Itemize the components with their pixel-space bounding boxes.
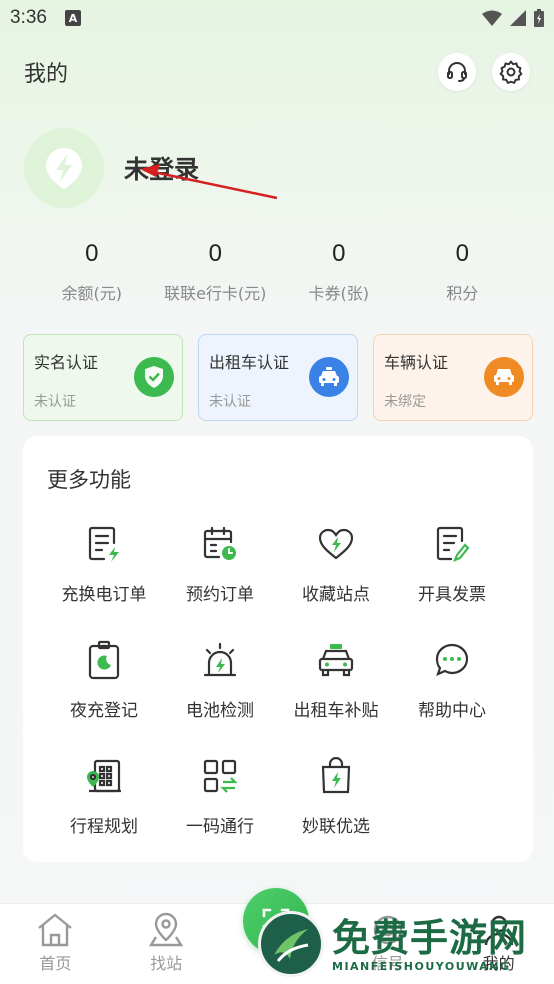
real-name-cert-card[interactable]: 实名认证 未认证 — [23, 334, 183, 421]
stat-value: 0 — [455, 240, 469, 267]
charge-order-icon — [88, 526, 119, 562]
func-invoice[interactable]: 开具发票 — [394, 524, 510, 640]
home-icon — [38, 913, 73, 947]
night-charge-icon — [88, 640, 120, 680]
func-label: 出租车补贴 — [293, 701, 379, 721]
watermark-logo-icon — [258, 911, 324, 977]
avatar[interactable] — [24, 128, 104, 208]
func-label: 预约订单 — [186, 585, 254, 605]
taxi-subsidy-icon — [318, 644, 354, 677]
trip-plan-icon — [87, 759, 121, 793]
func-label: 电池检测 — [186, 701, 254, 721]
func-help-center[interactable]: 帮助中心 — [394, 640, 510, 756]
vehicle-cert-card[interactable]: 车辆认证 未绑定 — [373, 334, 533, 421]
app-notification-icon: A — [64, 10, 81, 26]
stat-card-balance[interactable]: 0 联联e行卡(元) — [154, 240, 278, 304]
headset-icon — [447, 62, 467, 82]
func-label: 开具发票 — [418, 585, 486, 605]
battery-check-icon — [203, 642, 237, 677]
stat-value: 0 — [208, 240, 222, 267]
status-bar: 3:36 A — [0, 0, 554, 36]
certification-row: 实名认证 未认证 出租车认证 未认证 车辆认证 未绑定 — [23, 334, 533, 421]
top-bar: 我的 — [0, 44, 554, 100]
favorite-station-icon — [318, 528, 354, 560]
func-reservation[interactable]: 预约订单 — [162, 524, 278, 640]
stats-row: 0 余额(元) 0 联联e行卡(元) 0 卡券(张) 0 积分 — [30, 240, 524, 304]
qr-pass-icon — [203, 759, 238, 793]
stat-label: 联联e行卡(元) — [164, 284, 267, 303]
stat-value: 0 — [332, 240, 346, 267]
gear-icon — [499, 60, 523, 85]
nav-find-station[interactable]: 找站 — [111, 904, 222, 984]
watermark-text: 免费手游网 — [332, 914, 528, 960]
taxi-icon — [309, 357, 349, 397]
func-label: 帮助中心 — [418, 701, 486, 721]
stat-label: 余额(元) — [61, 284, 123, 303]
func-trip-plan[interactable]: 行程规划 — [46, 756, 162, 872]
watermark-subtext: MIANFEISHOUYOUWANG — [332, 959, 511, 973]
shopping-bag-icon — [321, 757, 351, 794]
func-favorite-station[interactable]: 收藏站点 — [278, 524, 394, 640]
wifi-icon — [482, 10, 502, 26]
stat-value: 0 — [85, 240, 99, 267]
nav-label: 首页 — [39, 954, 72, 973]
func-label: 行程规划 — [70, 817, 138, 837]
help-chat-icon — [435, 643, 469, 676]
annotation-arrow-icon — [140, 164, 278, 200]
stat-label: 卡券(张) — [308, 284, 370, 303]
func-label: 夜充登记 — [70, 701, 138, 721]
status-icons — [482, 9, 544, 27]
func-label: 妙联优选 — [302, 817, 370, 837]
more-functions-title: 更多功能 — [47, 468, 131, 492]
page-title: 我的 — [24, 62, 69, 87]
func-qr-pass[interactable]: 一码通行 — [162, 756, 278, 872]
car-icon — [484, 357, 524, 397]
func-battery-check[interactable]: 电池检测 — [162, 640, 278, 756]
stat-points[interactable]: 0 积分 — [401, 240, 525, 304]
reservation-icon — [203, 526, 236, 560]
stat-balance[interactable]: 0 余额(元) — [30, 240, 154, 304]
shield-check-icon — [134, 357, 174, 397]
func-label: 收藏站点 — [302, 585, 370, 605]
location-icon — [149, 912, 184, 947]
cell-signal-icon — [510, 10, 526, 26]
func-charge-order[interactable]: 充换电订单 — [46, 524, 162, 640]
settings-button[interactable] — [492, 53, 530, 91]
invoice-icon — [436, 526, 470, 562]
nav-label: 找站 — [150, 954, 183, 973]
stat-label: 积分 — [446, 284, 479, 303]
func-night-charge[interactable]: 夜充登记 — [46, 640, 162, 756]
more-functions-card: 更多功能 充换电订单 预约订单 收藏站点 开具发票 夜充登记 电池检测 出租车补… — [23, 436, 533, 862]
func-label: 充换电订单 — [61, 585, 147, 605]
nav-home[interactable]: 首页 — [0, 904, 111, 984]
func-shopping[interactable]: 妙联优选 — [278, 756, 394, 872]
function-grid: 充换电订单 预约订单 收藏站点 开具发票 夜充登记 电池检测 出租车补贴 帮助中… — [23, 524, 533, 872]
lightning-logo-icon — [46, 148, 82, 189]
taxi-cert-card[interactable]: 出租车认证 未认证 — [198, 334, 358, 421]
stat-coupons[interactable]: 0 卡券(张) — [277, 240, 401, 304]
watermark: 免费手游网 MIANFEISHOUYOUWANG — [258, 904, 552, 984]
customer-service-button[interactable] — [438, 53, 476, 91]
func-taxi-subsidy[interactable]: 出租车补贴 — [278, 640, 394, 756]
battery-icon — [534, 9, 544, 27]
status-time: 3:36 — [10, 7, 47, 28]
func-label: 一码通行 — [186, 817, 254, 837]
